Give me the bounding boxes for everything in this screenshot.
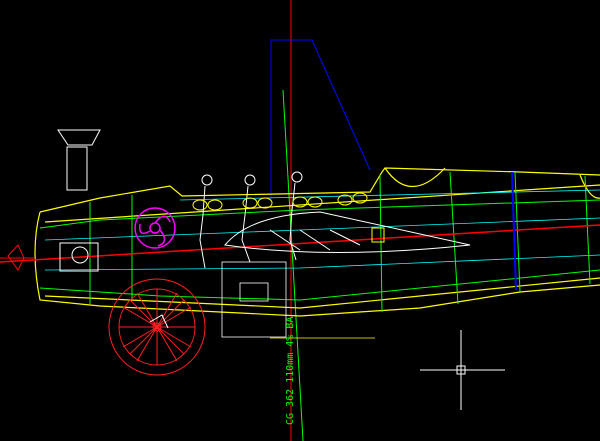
propeller-icon (0, 244, 35, 271)
cg-annotation: CG 362 110mm 4% BA (285, 317, 296, 425)
fan-icon (134, 207, 176, 249)
crosshair-cursor-icon (420, 330, 505, 410)
landing-gear-wheel (108, 278, 206, 376)
cad-drawing-viewport[interactable]: CG 362 110mm 4% BA (0, 0, 600, 441)
tail-fin (270, 39, 371, 200)
passenger-figures (199, 171, 303, 269)
exhaust-stack (57, 129, 101, 191)
